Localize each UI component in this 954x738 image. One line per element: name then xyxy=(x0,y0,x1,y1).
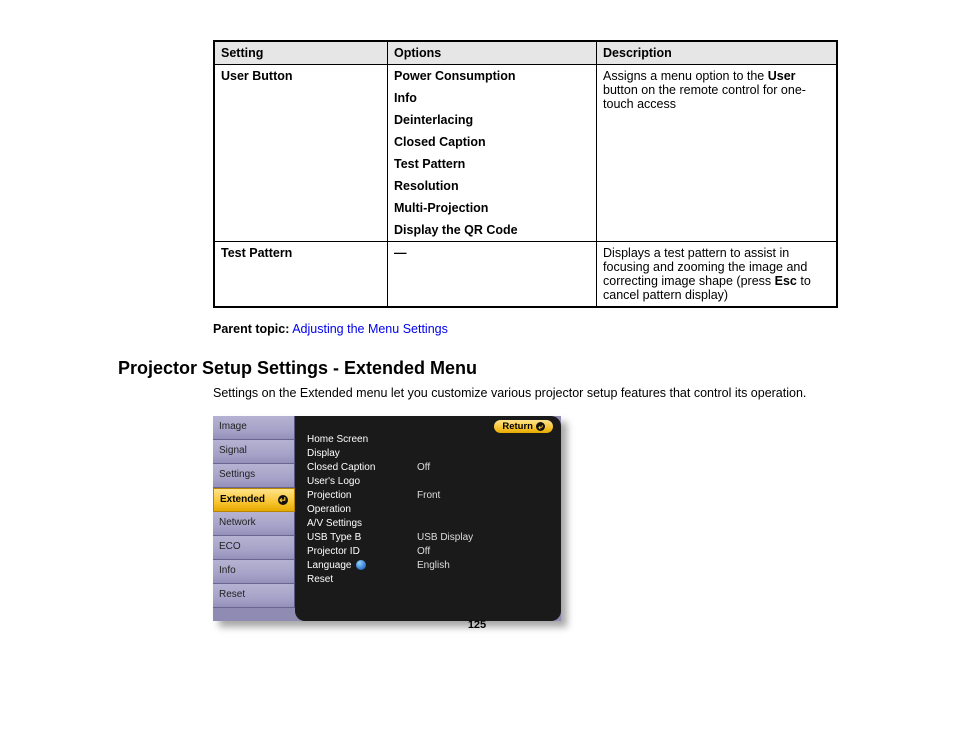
osd-tab-reset[interactable]: Reset↵ xyxy=(213,584,295,608)
osd-item-users-logo[interactable]: User's Logo xyxy=(307,475,553,489)
desc-bold: Esc xyxy=(775,274,797,288)
parent-topic: Parent topic: Adjusting the Menu Setting… xyxy=(213,322,836,336)
return-icon: ⤶ xyxy=(536,422,545,431)
osd-screenshot: Image↵ Signal↵ Settings↵ Extended↵ Netwo… xyxy=(213,416,561,621)
description-cell: Assigns a menu option to the User button… xyxy=(597,65,837,242)
option-item: Closed Caption xyxy=(394,135,590,149)
parent-topic-link[interactable]: Adjusting the Menu Settings xyxy=(292,322,448,336)
setting-cell: Test Pattern xyxy=(214,242,388,308)
col-header-options: Options xyxy=(388,41,597,65)
osd-item-projector-id[interactable]: Projector IDOff xyxy=(307,545,553,559)
globe-icon xyxy=(356,560,366,570)
option-item: Deinterlacing xyxy=(394,113,590,127)
osd-panel: Return ⤶ Home Screen Display Closed Capt… xyxy=(295,416,561,621)
desc-text: button on the remote control for one-tou… xyxy=(603,83,806,111)
osd-panel-rows: Home Screen Display Closed CaptionOff Us… xyxy=(307,433,553,587)
osd-tab-extended[interactable]: Extended↵ xyxy=(213,488,295,512)
osd-item-operation[interactable]: Operation xyxy=(307,503,553,517)
osd-tab-signal[interactable]: Signal↵ xyxy=(213,440,295,464)
option-item: Display the QR Code xyxy=(394,223,590,237)
osd-item-usb-type-b[interactable]: USB Type BUSB Display xyxy=(307,531,553,545)
desc-text: Assigns a menu option to the xyxy=(603,69,768,83)
page-number: 125 xyxy=(0,619,954,631)
osd-item-display[interactable]: Display xyxy=(307,447,553,461)
col-header-description: Description xyxy=(597,41,837,65)
osd-tab-network[interactable]: Network↵ xyxy=(213,512,295,536)
options-cell: — xyxy=(388,242,597,308)
option-item: — xyxy=(394,246,590,260)
section-heading: Projector Setup Settings - Extended Menu xyxy=(118,358,836,379)
osd-tabs: Image↵ Signal↵ Settings↵ Extended↵ Netwo… xyxy=(213,416,295,608)
osd-item-language[interactable]: LanguageEnglish xyxy=(307,559,553,573)
osd-item-av-settings[interactable]: A/V Settings xyxy=(307,517,553,531)
enter-icon: ↵ xyxy=(278,495,288,505)
osd-item-home-screen[interactable]: Home Screen xyxy=(307,433,553,447)
option-item: Multi-Projection xyxy=(394,201,590,215)
return-button[interactable]: Return ⤶ xyxy=(494,420,553,433)
option-item: Resolution xyxy=(394,179,590,193)
option-item: Info xyxy=(394,91,590,105)
table-row: Test Pattern — Displays a test pattern t… xyxy=(214,242,837,308)
col-header-setting: Setting xyxy=(214,41,388,65)
return-label: Return xyxy=(502,421,533,432)
option-item: Power Consumption xyxy=(394,69,590,83)
parent-topic-label: Parent topic: xyxy=(213,322,289,336)
description-cell: Displays a test pattern to assist in foc… xyxy=(597,242,837,308)
osd-item-reset[interactable]: Reset xyxy=(307,573,553,587)
osd-tab-settings[interactable]: Settings↵ xyxy=(213,464,295,488)
osd-tab-image[interactable]: Image↵ xyxy=(213,416,295,440)
osd-item-closed-caption[interactable]: Closed CaptionOff xyxy=(307,461,553,475)
option-item: Test Pattern xyxy=(394,157,590,171)
osd-item-projection[interactable]: ProjectionFront xyxy=(307,489,553,503)
settings-table: Setting Options Description User Button … xyxy=(213,40,838,308)
desc-bold: User xyxy=(768,69,796,83)
section-intro: Settings on the Extended menu let you cu… xyxy=(213,385,836,402)
table-row: User Button Power Consumption Info Deint… xyxy=(214,65,837,242)
osd-tab-eco[interactable]: ECO↵ xyxy=(213,536,295,560)
osd-tab-info[interactable]: Info↵ xyxy=(213,560,295,584)
setting-cell: User Button xyxy=(214,65,388,242)
options-cell: Power Consumption Info Deinterlacing Clo… xyxy=(388,65,597,242)
